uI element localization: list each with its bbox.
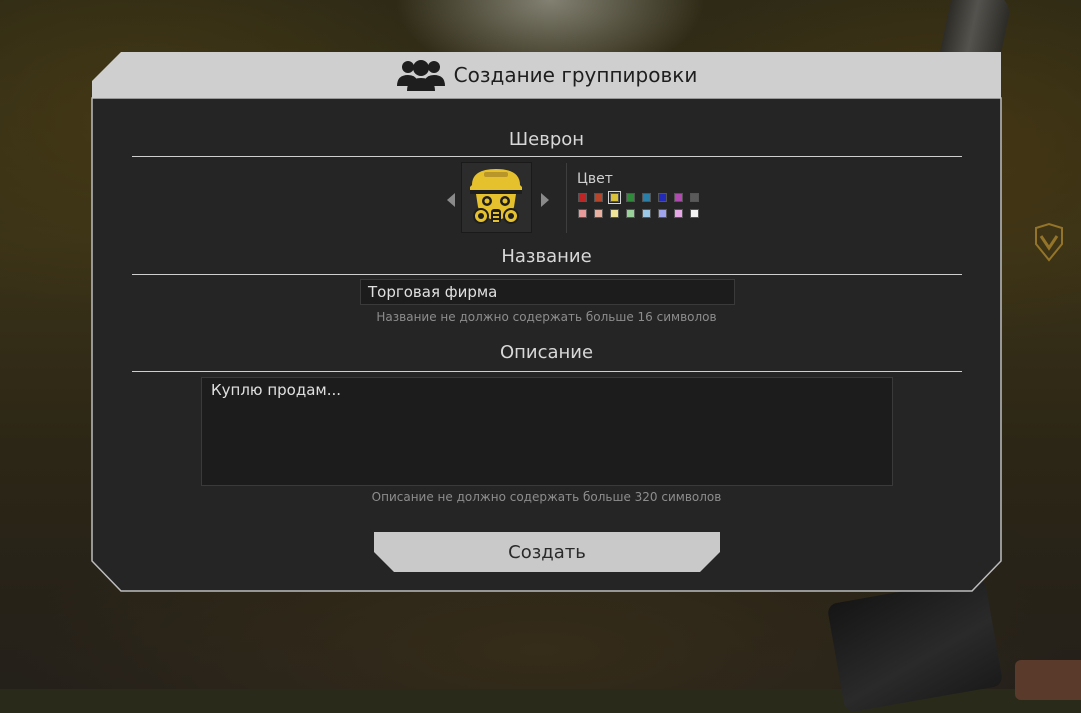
color-swatch[interactable] xyxy=(578,193,587,202)
gas-mask-emblem-icon xyxy=(470,169,522,224)
description-divider xyxy=(132,371,962,372)
color-swatch[interactable] xyxy=(658,209,667,218)
color-swatch[interactable] xyxy=(674,209,683,218)
color-swatch[interactable] xyxy=(594,209,603,218)
color-swatch[interactable] xyxy=(690,193,699,202)
create-group-dialog: Создание группировки Шеврон Цвет Названи… xyxy=(91,51,1002,592)
description-heading: Описание xyxy=(499,342,594,363)
create-button-label: Создать xyxy=(508,541,586,563)
color-swatch[interactable] xyxy=(690,209,699,218)
color-swatch[interactable] xyxy=(594,193,603,202)
chevron-heading: Шеврон xyxy=(508,129,585,150)
chevron-next-button[interactable] xyxy=(541,193,549,207)
color-swatch[interactable] xyxy=(626,193,635,202)
chevron-prev-button[interactable] xyxy=(447,193,455,207)
create-button[interactable]: Создать xyxy=(374,532,720,572)
color-label: Цвет xyxy=(577,171,613,187)
color-swatch[interactable] xyxy=(674,193,683,202)
name-hint: Название не должно содержать больше 16 с… xyxy=(376,310,717,324)
name-input[interactable]: Торговая фирма xyxy=(360,279,735,305)
color-swatch[interactable] xyxy=(578,209,587,218)
color-swatch[interactable] xyxy=(610,209,619,218)
group-icon xyxy=(396,59,445,91)
chevron-preview xyxy=(461,162,532,233)
color-swatch[interactable] xyxy=(626,209,635,218)
color-swatch[interactable] xyxy=(642,209,651,218)
dialog-title-bar: Создание группировки xyxy=(91,51,1002,98)
side-emblem-icon xyxy=(1035,222,1063,262)
description-textarea[interactable]: Куплю продам... xyxy=(201,377,893,486)
color-swatch[interactable] xyxy=(658,193,667,202)
name-heading: Название xyxy=(501,246,592,267)
dialog-title: Создание группировки xyxy=(453,62,698,87)
chevron-divider xyxy=(132,156,962,157)
description-hint: Описание не должно содержать больше 320 … xyxy=(371,490,722,504)
chevron-separator xyxy=(566,163,567,233)
background-hand xyxy=(1015,660,1081,700)
color-swatch[interactable] xyxy=(608,191,621,204)
name-divider xyxy=(132,274,962,275)
color-swatch[interactable] xyxy=(642,193,651,202)
